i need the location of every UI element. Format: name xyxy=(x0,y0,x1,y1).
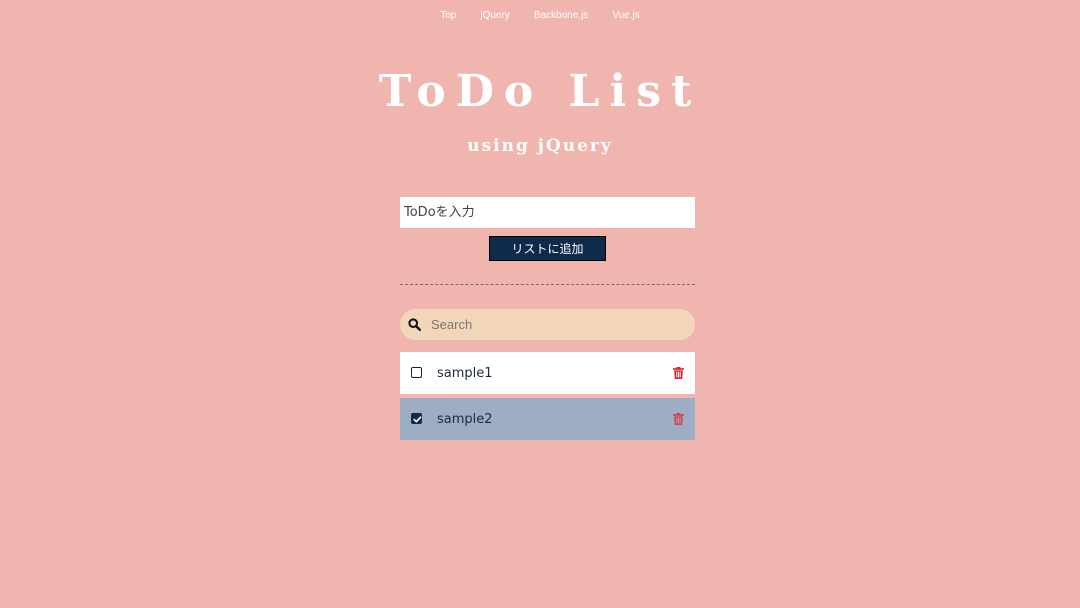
nav-link-vue[interactable]: Vue.js xyxy=(612,10,639,21)
todo-checkbox[interactable] xyxy=(411,367,422,378)
todo-item: sample1 xyxy=(400,352,695,394)
todo-input[interactable] xyxy=(400,197,695,228)
top-nav: Top jQuery Backbone.js Vue.js xyxy=(0,10,1080,21)
add-to-list-button[interactable]: リストに追加 xyxy=(489,236,606,261)
search-icon xyxy=(408,318,421,331)
search-input[interactable] xyxy=(431,309,681,340)
page-subtitle: using jQuery xyxy=(467,136,613,156)
todo-item-label: sample2 xyxy=(437,412,493,427)
todo-checkbox-checked[interactable] xyxy=(411,413,422,424)
nav-link-jquery[interactable]: jQuery xyxy=(480,10,509,21)
todo-list: sample1 sample2 xyxy=(400,352,695,444)
check-icon xyxy=(413,416,422,423)
trash-icon[interactable] xyxy=(673,367,684,379)
todo-item: sample2 xyxy=(400,398,695,440)
todo-item-label: sample1 xyxy=(437,366,493,381)
divider xyxy=(400,284,695,285)
trash-icon[interactable] xyxy=(673,413,684,425)
search-bar xyxy=(400,309,695,340)
nav-link-top[interactable]: Top xyxy=(440,10,456,21)
nav-link-backbone[interactable]: Backbone.js xyxy=(534,10,588,21)
page-title: ToDo List xyxy=(378,66,702,117)
